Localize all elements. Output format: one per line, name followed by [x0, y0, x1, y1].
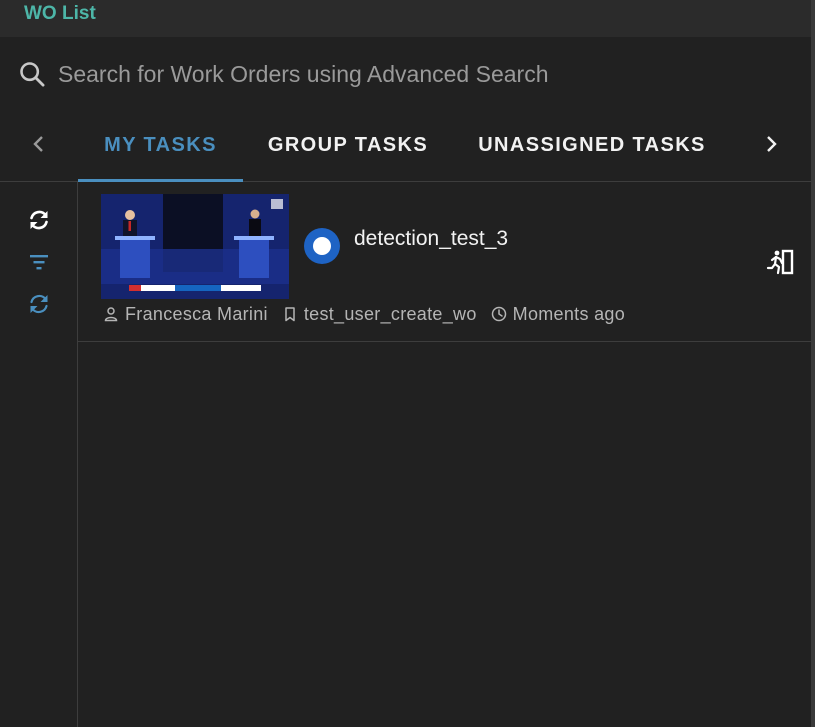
- window-edge: [811, 0, 815, 727]
- tab-label: MY TASKS: [104, 133, 217, 156]
- tab-label: GROUP TASKS: [267, 133, 429, 156]
- time-label: Moments ago: [512, 303, 626, 324]
- side-toolbar: [0, 182, 78, 727]
- leave-task-button[interactable]: [766, 248, 794, 276]
- status-indicator: [304, 228, 340, 264]
- tab-unassigned-tasks[interactable]: UNASSIGNED TASKS: [456, 115, 728, 181]
- filter-icon: [30, 255, 48, 270]
- search-bar[interactable]: [18, 56, 788, 92]
- work-order-row[interactable]: detection_test_3 Francesca Marini test_u…: [78, 182, 811, 342]
- tab-group-tasks[interactable]: GROUP TASKS: [246, 115, 450, 181]
- workflow-name: test_user_create_wo: [303, 303, 477, 324]
- tab-my-tasks[interactable]: MY TASKS: [78, 115, 243, 182]
- sync-icon: [30, 294, 48, 314]
- title-bar: WO List: [0, 0, 811, 37]
- chevron-right-icon: [767, 136, 777, 152]
- chevron-left-icon: [33, 136, 43, 152]
- filter-button[interactable]: [25, 248, 53, 276]
- search-input[interactable]: [58, 60, 758, 88]
- clock-icon: [491, 306, 506, 322]
- exit-run-icon: [766, 249, 794, 275]
- work-order-title[interactable]: detection_test_3: [354, 227, 508, 251]
- task-tabs: MY TASKS GROUP TASKS UNASSIGNED TASKS: [0, 115, 811, 182]
- sync-button[interactable]: [25, 290, 53, 318]
- assignee-name: Francesca Marini: [125, 303, 268, 324]
- work-order-meta: Francesca Marini test_user_create_wo Mom…: [103, 302, 639, 326]
- search-icon: [20, 62, 45, 87]
- refresh-button[interactable]: [25, 206, 53, 234]
- tab-label: UNASSIGNED TASKS: [478, 133, 706, 156]
- workflow: test_user_create_wo: [282, 304, 477, 325]
- refresh-icon: [30, 210, 48, 230]
- window-title: WO List: [24, 3, 96, 24]
- tabs-scroll-right-button[interactable]: [756, 129, 786, 159]
- bookmark-icon: [285, 307, 295, 322]
- assignee: Francesca Marini: [103, 304, 268, 325]
- tabs-scroll-left-button[interactable]: [24, 129, 54, 159]
- person-icon: [104, 307, 118, 322]
- timestamp: Moments ago: [491, 304, 625, 325]
- video-thumbnail: [101, 194, 289, 299]
